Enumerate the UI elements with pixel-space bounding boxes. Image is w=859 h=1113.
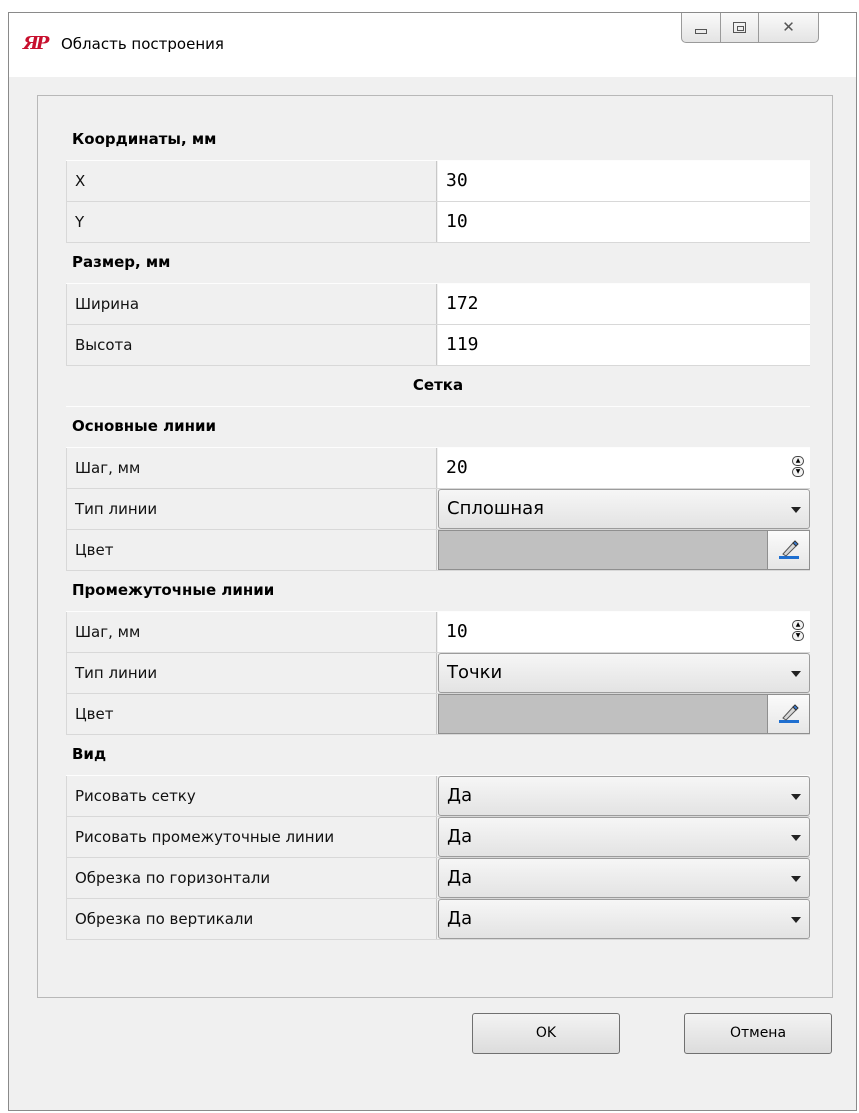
window-controls: ✕ bbox=[681, 13, 857, 45]
prop-row-clip-h: Обрезка по горизонтали Да bbox=[66, 858, 810, 899]
prop-label: Рисовать промежуточные линии bbox=[66, 817, 437, 857]
title-bar: ЯР Область построения ✕ bbox=[9, 13, 856, 77]
dropdown-arrow-icon bbox=[791, 917, 801, 923]
dropdown-arrow-icon bbox=[791, 876, 801, 882]
clip-vertical-select[interactable]: Да bbox=[438, 899, 810, 939]
draw-inter-lines-select[interactable]: Да bbox=[438, 817, 810, 857]
dropdown-arrow-icon bbox=[791, 507, 801, 513]
ok-button[interactable]: OK bbox=[472, 1013, 620, 1054]
inter-step-spinner: ▲ ▼ bbox=[792, 620, 804, 641]
prop-label: Цвет bbox=[66, 694, 437, 734]
main-step-input[interactable]: 20 bbox=[438, 448, 810, 488]
prop-label: Обрезка по горизонтали bbox=[66, 858, 437, 898]
section-label: Промежуточные линии bbox=[72, 581, 275, 599]
height-input[interactable]: 119 bbox=[438, 325, 810, 365]
section-label: Основные линии bbox=[72, 417, 217, 435]
spin-down-icon[interactable]: ▼ bbox=[792, 467, 804, 477]
property-grid: Координаты, мм X 30 Y 10 Размер, мм Шири… bbox=[66, 120, 810, 940]
dialog-window: ЯР Область построения ✕ Координаты, мм X… bbox=[8, 12, 857, 1111]
prop-label: Высота bbox=[66, 325, 437, 365]
color-picker-icon bbox=[778, 540, 799, 559]
prop-label: Тип линии bbox=[66, 489, 437, 529]
minimize-button[interactable] bbox=[681, 13, 721, 43]
inter-line-type-select[interactable]: Точки bbox=[438, 653, 810, 693]
spin-down-icon[interactable]: ▼ bbox=[792, 631, 804, 641]
section-grid: Сетка bbox=[66, 366, 810, 407]
main-line-type-select[interactable]: Сплошная bbox=[438, 489, 810, 529]
prop-label: Рисовать сетку bbox=[66, 776, 437, 816]
draw-grid-select[interactable]: Да bbox=[438, 776, 810, 816]
prop-row-inter-color: Цвет bbox=[66, 694, 810, 735]
close-icon: ✕ bbox=[782, 18, 795, 36]
color-picker-icon bbox=[778, 704, 799, 723]
select-value: Да bbox=[447, 908, 473, 929]
prop-row-main-type: Тип линии Сплошная bbox=[66, 489, 810, 530]
spin-up-icon[interactable]: ▲ bbox=[792, 620, 804, 630]
dropdown-arrow-icon bbox=[791, 794, 801, 800]
y-input[interactable]: 10 bbox=[438, 202, 810, 242]
prop-label: X bbox=[66, 161, 437, 201]
section-label: Вид bbox=[72, 745, 107, 763]
width-input[interactable]: 172 bbox=[438, 284, 810, 324]
inter-step-input[interactable]: 10 bbox=[438, 612, 810, 652]
prop-label: Y bbox=[66, 202, 437, 242]
dropdown-arrow-icon bbox=[791, 671, 801, 677]
section-label: Размер, мм bbox=[72, 253, 171, 271]
section-coordinates: Координаты, мм bbox=[66, 120, 810, 161]
app-logo-icon: ЯР bbox=[23, 33, 49, 54]
main-step-spinner: ▲ ▼ bbox=[792, 456, 804, 477]
property-panel: Координаты, мм X 30 Y 10 Размер, мм Шири… bbox=[37, 95, 833, 998]
prop-row-inter-type: Тип линии Точки bbox=[66, 653, 810, 694]
prop-label: Обрезка по вертикали bbox=[66, 899, 437, 939]
maximize-button[interactable] bbox=[721, 13, 759, 43]
prop-row-main-color: Цвет bbox=[66, 530, 810, 571]
prop-label: Шаг, мм bbox=[66, 612, 437, 652]
inter-color-swatch[interactable] bbox=[438, 694, 768, 734]
prop-row-height: Высота 119 bbox=[66, 325, 810, 366]
inter-color-picker-button[interactable] bbox=[768, 694, 810, 734]
x-input[interactable]: 30 bbox=[438, 161, 810, 201]
prop-row-inter-step: Шаг, мм 10 ▲ ▼ bbox=[66, 612, 810, 653]
window-title: Область построения bbox=[61, 35, 224, 53]
cancel-button[interactable]: Отмена bbox=[684, 1013, 832, 1054]
section-inter-lines: Промежуточные линии bbox=[66, 571, 810, 612]
section-label: Сетка bbox=[412, 376, 464, 394]
prop-row-draw-grid: Рисовать сетку Да bbox=[66, 776, 810, 817]
select-value: Да bbox=[447, 867, 473, 888]
main-color-picker-button[interactable] bbox=[768, 530, 810, 570]
section-view: Вид bbox=[66, 735, 810, 776]
prop-label: Тип линии bbox=[66, 653, 437, 693]
prop-row-clip-v: Обрезка по вертикали Да bbox=[66, 899, 810, 940]
section-main-lines: Основные линии bbox=[66, 407, 810, 448]
select-value: Сплошная bbox=[447, 498, 544, 519]
section-size: Размер, мм bbox=[66, 243, 810, 284]
section-label: Координаты, мм bbox=[72, 130, 217, 148]
prop-row-x: X 30 bbox=[66, 161, 810, 202]
minimize-icon bbox=[695, 29, 707, 34]
prop-label: Ширина bbox=[66, 284, 437, 324]
clip-horizontal-select[interactable]: Да bbox=[438, 858, 810, 898]
main-color-swatch[interactable] bbox=[438, 530, 768, 570]
select-value: Да bbox=[447, 785, 473, 806]
close-button[interactable]: ✕ bbox=[759, 13, 819, 43]
prop-row-main-step: Шаг, мм 20 ▲ ▼ bbox=[66, 448, 810, 489]
select-value: Точки bbox=[447, 662, 503, 683]
prop-row-draw-inter: Рисовать промежуточные линии Да bbox=[66, 817, 810, 858]
maximize-icon bbox=[733, 22, 746, 33]
dropdown-arrow-icon bbox=[791, 835, 801, 841]
prop-label: Цвет bbox=[66, 530, 437, 570]
prop-label: Шаг, мм bbox=[66, 448, 437, 488]
prop-row-y: Y 10 bbox=[66, 202, 810, 243]
spin-up-icon[interactable]: ▲ bbox=[792, 456, 804, 466]
prop-row-width: Ширина 172 bbox=[66, 284, 810, 325]
select-value: Да bbox=[447, 826, 473, 847]
